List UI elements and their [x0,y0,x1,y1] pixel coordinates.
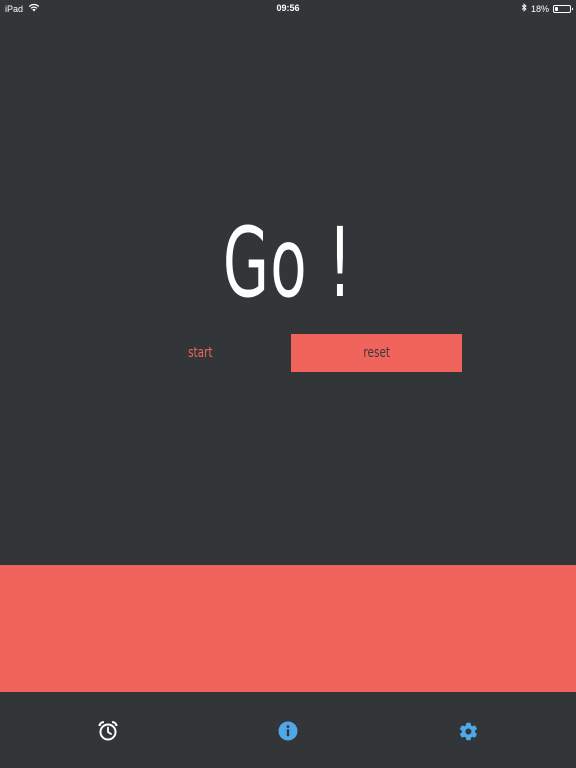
app-screen: iPad 09:56 18% Go ! start reset [0,0,576,768]
reset-button[interactable]: reset [291,334,462,372]
start-button[interactable]: start [120,334,280,372]
status-bar: iPad 09:56 18% [0,0,576,16]
tab-info[interactable] [276,719,300,743]
tab-bar [0,692,576,768]
gear-icon [458,721,479,742]
reset-label: reset [363,345,390,361]
timer-headline: Go ! [222,207,354,319]
bluetooth-icon [521,3,527,14]
alarm-clock-icon [97,720,119,742]
info-icon [278,721,298,741]
battery-icon [553,4,573,13]
coral-panel [0,565,576,692]
tab-alarm[interactable] [96,719,120,743]
battery-level [555,6,558,11]
tab-settings[interactable] [456,719,480,743]
battery-percent: 18% [530,3,549,14]
start-label: start [187,345,213,361]
status-right: 18% [521,3,573,14]
status-time: 09:56 [276,3,300,13]
